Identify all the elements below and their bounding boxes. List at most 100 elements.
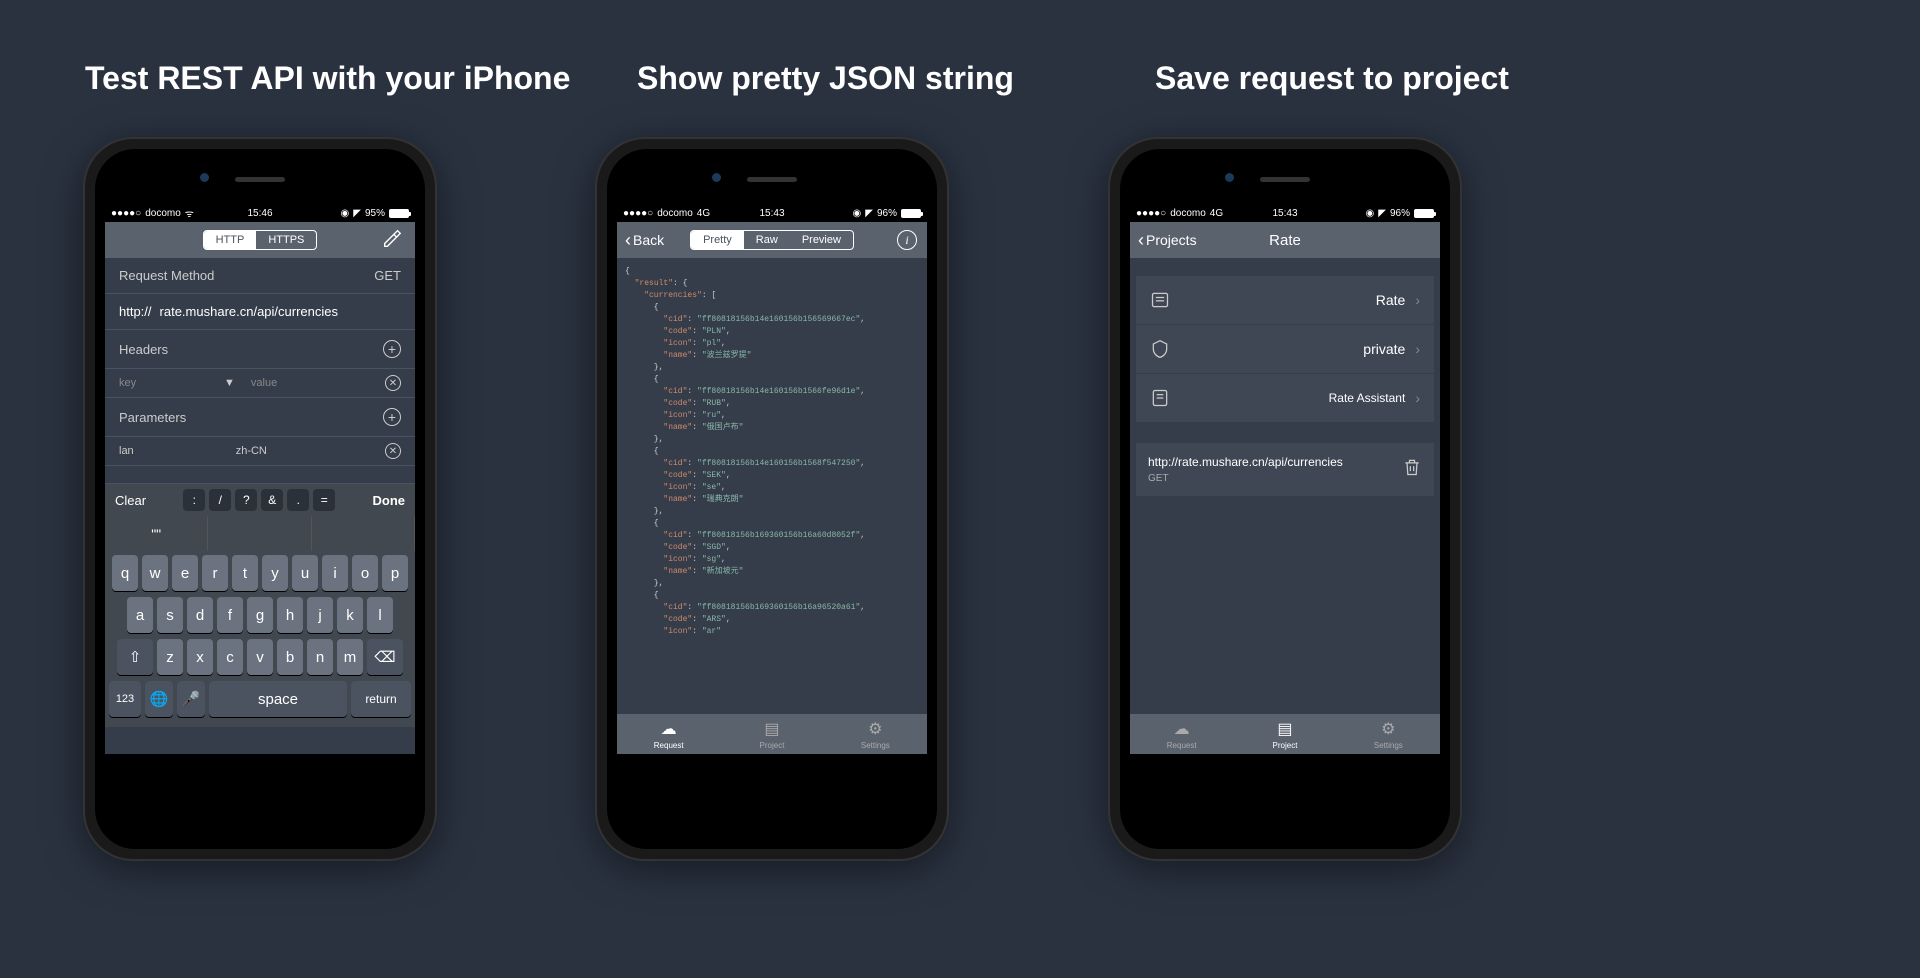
key-y[interactable]: y — [262, 555, 288, 591]
param-value-input[interactable]: zh-CN — [236, 445, 377, 457]
brush-icon[interactable] — [381, 227, 403, 254]
tab-settings[interactable]: ⚙Settings — [1337, 714, 1440, 754]
phone-frame: ●●●●○docomo4G 15:43 ◉◤96% ‹Back Pretty R… — [597, 139, 947, 859]
key-s[interactable]: s — [157, 597, 183, 633]
list-item-assistant[interactable]: Rate Assistant› — [1136, 374, 1434, 423]
tab-request[interactable]: ☁Request — [1130, 714, 1233, 754]
phone-frame: ●●●●○docomoᯤ 15:46 ◉◤95% HTTP HTTPS Requ — [85, 139, 435, 859]
done-button[interactable]: Done — [372, 493, 405, 508]
add-header-button[interactable]: + — [383, 340, 401, 358]
gear-icon: ⚙ — [868, 719, 882, 739]
tab-bar: ☁Request ▤Project ⚙Settings — [617, 714, 927, 754]
quick-key-question[interactable]: ? — [235, 489, 257, 511]
keyboard: qwertyuiop asdfghjkl ⇧ zxcvbnm ⌫ 123 🌐 🎤… — [105, 551, 415, 727]
key-p[interactable]: p — [382, 555, 408, 591]
http-button[interactable]: HTTP — [204, 231, 257, 249]
key-q[interactable]: q — [112, 555, 138, 591]
tab-settings[interactable]: ⚙Settings — [824, 714, 927, 754]
candidate-1[interactable]: "" — [105, 516, 208, 551]
quick-key-colon[interactable]: : — [183, 489, 205, 511]
mic-key[interactable]: 🎤 — [177, 681, 205, 717]
key-l[interactable]: l — [367, 597, 393, 633]
key-a[interactable]: a — [127, 597, 153, 633]
key-i[interactable]: i — [322, 555, 348, 591]
param-key-input[interactable]: lan — [119, 445, 228, 457]
key-r[interactable]: r — [202, 555, 228, 591]
key-h[interactable]: h — [277, 597, 303, 633]
dropdown-icon[interactable]: ▼ — [224, 377, 235, 389]
key-t[interactable]: t — [232, 555, 258, 591]
space-key[interactable]: space — [209, 681, 347, 717]
preview-button[interactable]: Preview — [790, 231, 853, 249]
key-z[interactable]: z — [157, 639, 183, 675]
tab-request[interactable]: ☁Request — [617, 714, 720, 754]
gear-icon: ⚙ — [1381, 719, 1395, 739]
chevron-right-icon: › — [1415, 390, 1420, 406]
view-segmented[interactable]: Pretty Raw Preview — [690, 230, 854, 250]
status-bar: ●●●●○docomo4G 15:43 ◉◤96% — [617, 204, 927, 222]
request-method: GET — [1148, 473, 1343, 484]
key-c[interactable]: c — [217, 639, 243, 675]
list-item-private[interactable]: private› — [1136, 325, 1434, 374]
remove-header-button[interactable]: ✕ — [385, 375, 401, 391]
scheme-segmented[interactable]: HTTP HTTPS — [203, 230, 318, 250]
caption-3: Save request to project — [1155, 60, 1509, 97]
request-method-row[interactable]: Request Method GET — [105, 258, 415, 294]
saved-request-card[interactable]: http://rate.mushare.cn/api/currencies GE… — [1136, 443, 1434, 496]
key-f[interactable]: f — [217, 597, 243, 633]
key-x[interactable]: x — [187, 639, 213, 675]
header-value-input[interactable]: value — [251, 377, 377, 389]
candidate-2[interactable] — [208, 516, 311, 551]
tab-project[interactable]: ▤Project — [720, 714, 823, 754]
key-b[interactable]: b — [277, 639, 303, 675]
quick-key-amp[interactable]: & — [261, 489, 283, 511]
numeric-key[interactable]: 123 — [109, 681, 141, 717]
folder-icon: ▤ — [764, 719, 779, 739]
tab-bar: ☁Request ▤Project ⚙Settings — [1130, 714, 1440, 754]
key-m[interactable]: m — [337, 639, 363, 675]
add-parameter-button[interactable]: + — [383, 408, 401, 426]
pretty-button[interactable]: Pretty — [691, 231, 744, 249]
header-key-input[interactable]: key — [119, 377, 216, 389]
key-v[interactable]: v — [247, 639, 273, 675]
caption-1: Test REST API with your iPhone — [85, 60, 570, 97]
clear-button[interactable]: Clear — [115, 493, 146, 508]
back-projects-button[interactable]: ‹Projects — [1138, 230, 1197, 251]
chevron-right-icon: › — [1415, 341, 1420, 357]
globe-key[interactable]: 🌐 — [145, 681, 173, 717]
candidate-3[interactable] — [312, 516, 415, 551]
status-bar: ●●●●○docomoᯤ 15:46 ◉◤95% — [105, 204, 415, 222]
quick-key-slash[interactable]: / — [209, 489, 231, 511]
folder-icon: ▤ — [1277, 719, 1292, 739]
shift-key[interactable]: ⇧ — [117, 639, 153, 675]
key-n[interactable]: n — [307, 639, 333, 675]
shield-icon — [1150, 339, 1170, 359]
remove-param-button[interactable]: ✕ — [385, 443, 401, 459]
key-g[interactable]: g — [247, 597, 273, 633]
key-k[interactable]: k — [337, 597, 363, 633]
chevron-right-icon: › — [1415, 292, 1420, 308]
url-input[interactable]: rate.mushare.cn/api/currencies — [160, 304, 401, 319]
list-item-rate[interactable]: Rate› — [1136, 276, 1434, 325]
key-o[interactable]: o — [352, 555, 378, 591]
url-row[interactable]: http:// rate.mushare.cn/api/currencies — [105, 294, 415, 330]
quick-key-dot[interactable]: . — [287, 489, 309, 511]
back-button[interactable]: ‹Back — [625, 230, 664, 251]
tab-project[interactable]: ▤Project — [1233, 714, 1336, 754]
cloud-icon: ☁ — [1174, 719, 1190, 739]
key-u[interactable]: u — [292, 555, 318, 591]
request-url: http://rate.mushare.cn/api/currencies — [1148, 455, 1343, 469]
key-e[interactable]: e — [172, 555, 198, 591]
return-key[interactable]: return — [351, 681, 411, 717]
quick-key-eq[interactable]: = — [313, 489, 335, 511]
backspace-key[interactable]: ⌫ — [367, 639, 403, 675]
raw-button[interactable]: Raw — [744, 231, 790, 249]
info-icon[interactable]: i — [897, 230, 917, 250]
trash-icon[interactable] — [1402, 457, 1422, 482]
key-w[interactable]: w — [142, 555, 168, 591]
https-button[interactable]: HTTPS — [256, 231, 316, 249]
key-d[interactable]: d — [187, 597, 213, 633]
key-j[interactable]: j — [307, 597, 333, 633]
json-viewer[interactable]: { "result": { "currencies": [ { "cid": "… — [617, 258, 927, 718]
nav-bar: ‹Projects Rate — [1130, 222, 1440, 258]
